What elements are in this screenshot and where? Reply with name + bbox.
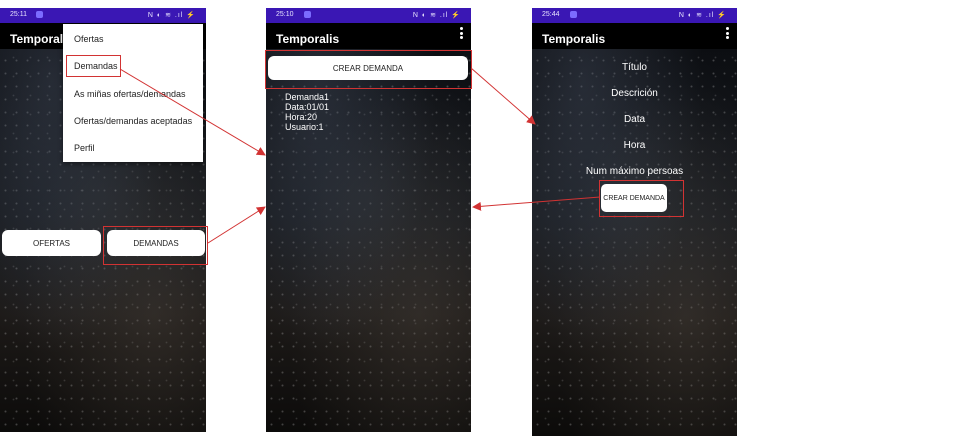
- ofertas-button-label: OFERTAS: [32, 238, 71, 248]
- status-icons: N ◐ ≋ .ıl ⚡: [678, 12, 727, 19]
- field-descricion[interactable]: Descrición: [532, 88, 737, 99]
- status-bar: 25:10 N ◐ ≋ .ıl ⚡: [266, 8, 471, 23]
- notification-icon: [36, 11, 43, 18]
- status-time: 25:44: [542, 11, 560, 18]
- field-num-maximo-persoas[interactable]: Num máximo persoas: [532, 166, 737, 177]
- arrow-button-to-screen2: [207, 206, 266, 244]
- status-icons: N ◐ ≋ .ıl ⚡: [147, 12, 196, 19]
- item-name: Demanda1: [285, 92, 330, 102]
- field-titulo[interactable]: Título: [532, 62, 737, 73]
- more-options-icon[interactable]: [723, 26, 731, 42]
- app-title: Temporalis: [276, 32, 340, 46]
- status-time: 25:10: [276, 11, 294, 18]
- field-data[interactable]: Data: [532, 114, 737, 125]
- notification-icon: [570, 11, 577, 18]
- notification-icon: [304, 11, 311, 18]
- highlight-menu-demandas: [66, 55, 121, 77]
- status-time: 25:11: [10, 11, 27, 18]
- ofertas-button[interactable]: OFERTAS: [2, 230, 101, 256]
- field-hora[interactable]: Hora: [532, 140, 737, 151]
- menu-item-ofertas[interactable]: Ofertas: [74, 34, 104, 44]
- menu-item-ofertas-demandas-aceptadas[interactable]: Ofertas/demandas aceptadas: [74, 116, 192, 126]
- background-image: [532, 41, 737, 436]
- menu-item-perfil[interactable]: Perfil: [74, 143, 95, 153]
- status-bar: 25:11 N ◐ ≋ .ıl ⚡: [0, 8, 206, 23]
- arrow-crear-to-screen3: [470, 67, 536, 125]
- app-title: Temporalis: [542, 32, 606, 46]
- menu-item-minas-ofertas-demandas[interactable]: As miñas ofertas/demandas: [74, 89, 186, 99]
- list-item[interactable]: Demanda1 Data:01/01 Hora:20 Usuario:1: [285, 92, 329, 132]
- highlight-demandas-button: [103, 226, 208, 265]
- status-icons: N ◐ ≋ .ıl ⚡: [412, 12, 461, 19]
- screen-3: 25:44 N ◐ ≋ .ıl ⚡ Temporalis Título Desc…: [532, 8, 737, 436]
- overflow-menu: Ofertas Demandas As miñas ofertas/demand…: [63, 24, 203, 162]
- status-bar: 25:44 N ◐ ≋ .ıl ⚡: [532, 8, 737, 23]
- more-options-icon[interactable]: [457, 26, 465, 42]
- item-data: Data:01/01: [285, 102, 330, 112]
- highlight-crear-demanda-button: [265, 50, 472, 89]
- highlight-crear-demanda-button-form: [599, 180, 684, 217]
- item-usuario: Usuario:1: [285, 122, 324, 132]
- item-hora: Hora:20: [285, 112, 318, 122]
